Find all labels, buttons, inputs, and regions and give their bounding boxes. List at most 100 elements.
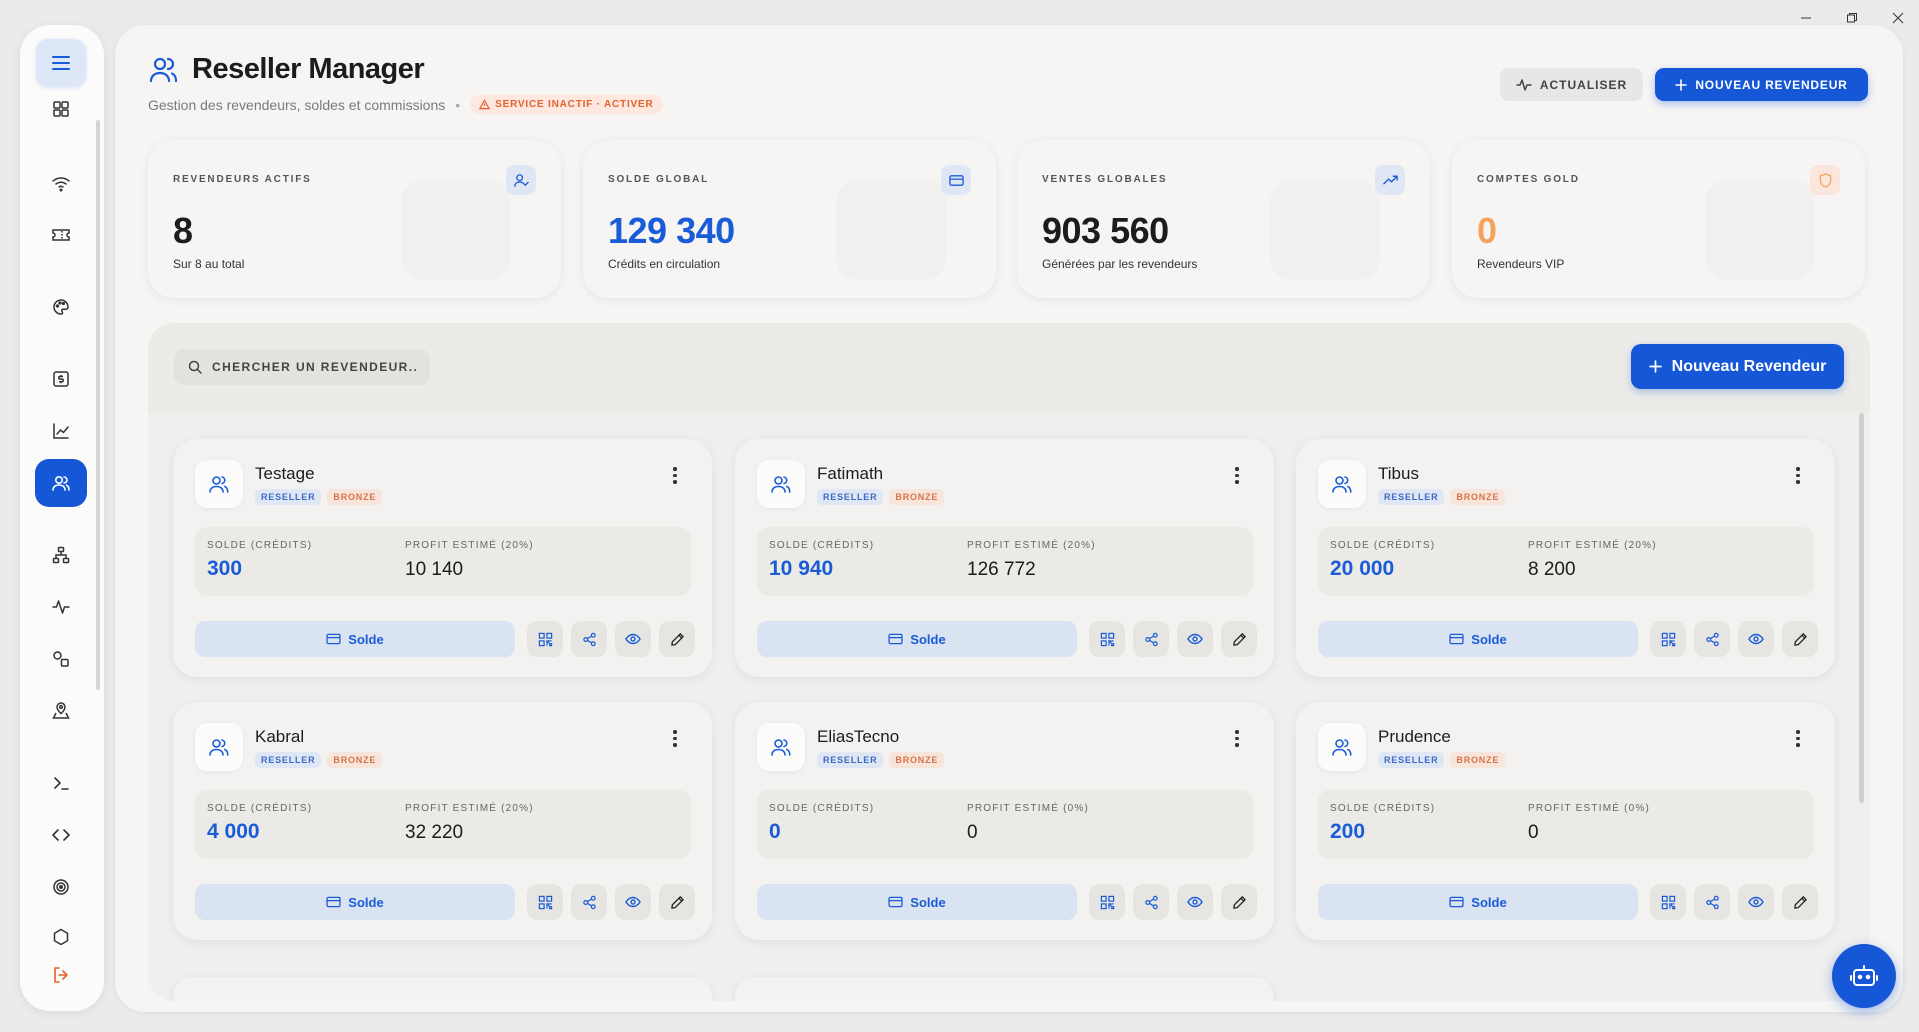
reseller-tags: RESELLER BRONZE (255, 489, 383, 505)
more-options-icon[interactable] (668, 467, 682, 487)
sidebar-item-dashboard[interactable] (35, 85, 87, 133)
profit-value: 0 (967, 822, 978, 843)
sidebar-item-wifi[interactable] (35, 159, 87, 207)
chart-icon (53, 423, 69, 439)
qr-code-button[interactable] (527, 621, 563, 657)
share-button[interactable] (1133, 621, 1169, 657)
search-input[interactable]: CHERCHER UN REVENDEUR.. (174, 349, 430, 385)
share-button[interactable] (571, 621, 607, 657)
qr-code-icon (1100, 895, 1114, 909)
reseller-avatar (195, 723, 243, 771)
solde-button[interactable]: Solde (757, 884, 1077, 920)
qr-code-button[interactable] (1089, 621, 1125, 657)
share-button[interactable] (1694, 884, 1730, 920)
terminal-icon (54, 777, 69, 790)
more-options-icon[interactable] (668, 730, 682, 750)
pencil-icon (1793, 632, 1807, 646)
solde-button[interactable]: Solde (757, 621, 1077, 657)
new-reseller-button[interactable]: NOUVEAU REVENDEUR (1655, 68, 1868, 101)
assistant-bot-button[interactable] (1832, 944, 1896, 1008)
edit-button[interactable] (1782, 884, 1818, 920)
more-options-icon[interactable] (1791, 730, 1805, 750)
profit-label: PROFIT ESTIMÉ (20%) (967, 540, 1096, 551)
service-status-badge[interactable]: SERVICE INACTIF · ACTIVER (470, 95, 663, 114)
sidebar-item-location[interactable] (35, 687, 87, 735)
stat-subtext: Revendeurs VIP (1477, 257, 1565, 271)
sidebar-item-code[interactable] (35, 811, 87, 859)
logout-button[interactable] (35, 951, 87, 999)
solde-button[interactable]: Solde (1318, 621, 1638, 657)
view-button[interactable] (615, 621, 651, 657)
sidebar-item-terminal[interactable] (35, 759, 87, 807)
code-icon (52, 829, 70, 841)
reseller-card: Prudence RESELLER BRONZE SOLDE (CRÉDITS)… (1296, 702, 1835, 940)
sidebar-item-activity[interactable] (35, 583, 87, 631)
profit-value: 126 772 (967, 559, 1036, 580)
stat-label: VENTES GLOBALES (1042, 174, 1168, 185)
stat-card-global-balance: SOLDE GLOBAL 129 340 Crédits en circulat… (583, 140, 996, 298)
share-button[interactable] (571, 884, 607, 920)
stat-label: REVENDEURS ACTIFS (173, 174, 312, 185)
sidebar-item-tickets[interactable] (35, 211, 87, 259)
main-panel: Reseller Manager Gestion des revendeurs,… (115, 25, 1903, 1012)
tier-badge: BRONZE (1450, 489, 1506, 505)
sidebar-item-network[interactable] (35, 531, 87, 579)
shield-icon (1810, 165, 1840, 195)
share-icon (582, 895, 596, 909)
sidebar-item-target[interactable] (35, 863, 87, 911)
sidebar-item-resellers[interactable] (35, 459, 87, 507)
page-subtitle: Gestion des revendeurs, soldes et commis… (148, 96, 446, 113)
qr-code-button[interactable] (1650, 621, 1686, 657)
eye-icon (1748, 633, 1764, 645)
close-icon[interactable] (1889, 10, 1907, 28)
users-icon (209, 476, 229, 493)
edit-button[interactable] (659, 884, 695, 920)
stat-decoration (1705, 180, 1815, 280)
balance-value: 20 000 (1330, 557, 1395, 580)
edit-button[interactable] (1221, 884, 1257, 920)
menu-toggle-button[interactable] (36, 39, 86, 87)
reseller-card-partial (735, 977, 1274, 1001)
pencil-icon (1793, 895, 1807, 909)
more-options-icon[interactable] (1230, 467, 1244, 487)
qr-code-button[interactable] (1089, 884, 1125, 920)
share-button[interactable] (1133, 884, 1169, 920)
more-options-icon[interactable] (1791, 467, 1805, 487)
share-button[interactable] (1694, 621, 1730, 657)
more-options-icon[interactable] (1230, 730, 1244, 750)
sidebar-item-finance[interactable] (35, 355, 87, 403)
sidebar-scrollbar[interactable] (96, 120, 100, 690)
panel-scrollbar[interactable] (1859, 413, 1864, 803)
pencil-icon (1232, 895, 1246, 909)
service-status-text: SERVICE INACTIF · ACTIVER (495, 99, 654, 110)
edit-button[interactable] (659, 621, 695, 657)
view-button[interactable] (1738, 621, 1774, 657)
view-button[interactable] (1177, 621, 1213, 657)
qr-code-button[interactable] (1650, 884, 1686, 920)
qr-code-button[interactable] (527, 884, 563, 920)
balance-value: 10 940 (769, 557, 834, 580)
sidebar-item-stats[interactable] (35, 407, 87, 455)
new-reseller-panel-button[interactable]: Nouveau Revendeur (1631, 344, 1844, 389)
solde-button[interactable]: Solde (195, 621, 515, 657)
solde-button[interactable]: Solde (195, 884, 515, 920)
view-button[interactable] (1177, 884, 1213, 920)
edit-button[interactable] (1782, 621, 1818, 657)
refresh-button[interactable]: ACTUALISER (1500, 68, 1643, 101)
stat-card-global-sales: VENTES GLOBALES 903 560 Générées par les… (1017, 140, 1430, 298)
sidebar-item-shapes[interactable] (35, 635, 87, 683)
solde-button[interactable]: Solde (1318, 884, 1638, 920)
edit-button[interactable] (1221, 621, 1257, 657)
users-icon (771, 739, 791, 756)
balance-value: 0 (769, 820, 781, 843)
balance-label: SOLDE (CRÉDITS) (1330, 803, 1436, 814)
reseller-name: Prudence (1378, 727, 1451, 746)
view-button[interactable] (1738, 884, 1774, 920)
users-icon (209, 739, 229, 756)
sidebar-item-security[interactable] (35, 915, 87, 945)
balance-value: 300 (207, 557, 243, 580)
sidebar-item-theme[interactable] (35, 283, 87, 331)
activity-icon (52, 600, 70, 614)
reseller-stats: SOLDE (CRÉDITS) PROFIT ESTIMÉ (0%) 200 0 (1318, 790, 1814, 859)
view-button[interactable] (615, 884, 651, 920)
